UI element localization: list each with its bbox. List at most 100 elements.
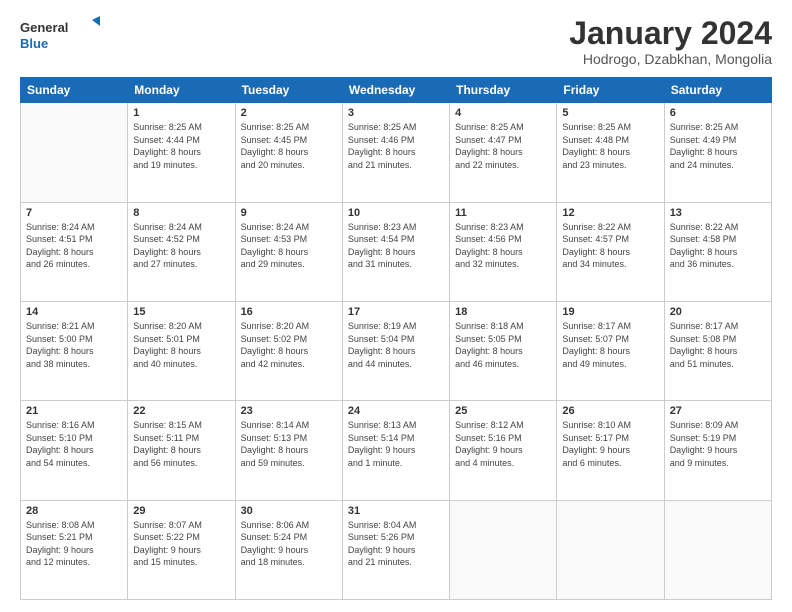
calendar-cell [450, 500, 557, 599]
day-number: 19 [562, 306, 658, 318]
calendar-cell: 16 Sunrise: 8:20 AM Sunset: 5:02 PM Dayli… [235, 301, 342, 400]
day-number: 7 [26, 207, 122, 219]
day-number: 23 [241, 405, 337, 417]
day-info: Sunrise: 8:22 AM Sunset: 4:57 PM Dayligh… [562, 221, 658, 271]
day-number: 9 [241, 207, 337, 219]
day-number: 11 [455, 207, 551, 219]
day-number: 6 [670, 107, 766, 119]
header: General Blue January 2024 Hodrogo, Dzabk… [20, 16, 772, 67]
day-number: 24 [348, 405, 444, 417]
calendar-cell: 22 Sunrise: 8:15 AM Sunset: 5:11 PM Dayli… [128, 401, 235, 500]
day-info: Sunrise: 8:17 AM Sunset: 5:08 PM Dayligh… [670, 320, 766, 370]
calendar-cell: 9 Sunrise: 8:24 AM Sunset: 4:53 PM Daylig… [235, 202, 342, 301]
day-info: Sunrise: 8:25 AM Sunset: 4:45 PM Dayligh… [241, 121, 337, 171]
day-number: 29 [133, 505, 229, 517]
calendar-cell [21, 103, 128, 202]
day-info: Sunrise: 8:25 AM Sunset: 4:49 PM Dayligh… [670, 121, 766, 171]
day-number: 15 [133, 306, 229, 318]
calendar-cell: 7 Sunrise: 8:24 AM Sunset: 4:51 PM Daylig… [21, 202, 128, 301]
weekday-monday: Monday [128, 78, 235, 103]
day-number: 13 [670, 207, 766, 219]
weekday-sunday: Sunday [21, 78, 128, 103]
calendar-cell: 6 Sunrise: 8:25 AM Sunset: 4:49 PM Daylig… [664, 103, 771, 202]
day-number: 26 [562, 405, 658, 417]
day-info: Sunrise: 8:20 AM Sunset: 5:02 PM Dayligh… [241, 320, 337, 370]
weekday-tuesday: Tuesday [235, 78, 342, 103]
title-block: January 2024 Hodrogo, Dzabkhan, Mongolia [569, 16, 772, 67]
logo-svg: General Blue [20, 16, 100, 52]
day-number: 18 [455, 306, 551, 318]
day-info: Sunrise: 8:09 AM Sunset: 5:19 PM Dayligh… [670, 419, 766, 469]
day-info: Sunrise: 8:24 AM Sunset: 4:53 PM Dayligh… [241, 221, 337, 271]
day-number: 8 [133, 207, 229, 219]
day-number: 22 [133, 405, 229, 417]
calendar-table: SundayMondayTuesdayWednesdayThursdayFrid… [20, 77, 772, 600]
day-info: Sunrise: 8:24 AM Sunset: 4:52 PM Dayligh… [133, 221, 229, 271]
day-number: 30 [241, 505, 337, 517]
day-info: Sunrise: 8:13 AM Sunset: 5:14 PM Dayligh… [348, 419, 444, 469]
day-info: Sunrise: 8:07 AM Sunset: 5:22 PM Dayligh… [133, 519, 229, 569]
calendar-cell: 1 Sunrise: 8:25 AM Sunset: 4:44 PM Daylig… [128, 103, 235, 202]
day-info: Sunrise: 8:19 AM Sunset: 5:04 PM Dayligh… [348, 320, 444, 370]
week-row-4: 21 Sunrise: 8:16 AM Sunset: 5:10 PM Dayli… [21, 401, 772, 500]
day-number: 31 [348, 505, 444, 517]
calendar-cell: 24 Sunrise: 8:13 AM Sunset: 5:14 PM Dayli… [342, 401, 449, 500]
calendar-subtitle: Hodrogo, Dzabkhan, Mongolia [569, 51, 772, 67]
calendar-cell: 12 Sunrise: 8:22 AM Sunset: 4:57 PM Dayli… [557, 202, 664, 301]
day-info: Sunrise: 8:16 AM Sunset: 5:10 PM Dayligh… [26, 419, 122, 469]
day-number: 14 [26, 306, 122, 318]
day-number: 21 [26, 405, 122, 417]
page: General Blue January 2024 Hodrogo, Dzabk… [0, 0, 792, 612]
day-info: Sunrise: 8:08 AM Sunset: 5:21 PM Dayligh… [26, 519, 122, 569]
day-info: Sunrise: 8:04 AM Sunset: 5:26 PM Dayligh… [348, 519, 444, 569]
calendar-cell: 10Sunrise: 8:23 AM Sunset: 4:54 PM Dayli… [342, 202, 449, 301]
day-info: Sunrise: 8:10 AM Sunset: 5:17 PM Dayligh… [562, 419, 658, 469]
day-number: 3 [348, 107, 444, 119]
weekday-thursday: Thursday [450, 78, 557, 103]
day-info: Sunrise: 8:23 AM Sunset: 4:56 PM Dayligh… [455, 221, 551, 271]
day-number: 12 [562, 207, 658, 219]
calendar-cell: 2 Sunrise: 8:25 AM Sunset: 4:45 PM Daylig… [235, 103, 342, 202]
calendar-cell: 5Sunrise: 8:25 AM Sunset: 4:48 PM Daylig… [557, 103, 664, 202]
calendar-cell: 11 Sunrise: 8:23 AM Sunset: 4:56 PM Dayli… [450, 202, 557, 301]
calendar-cell: 18 Sunrise: 8:18 AM Sunset: 5:05 PM Dayli… [450, 301, 557, 400]
calendar-cell: 14Sunrise: 8:21 AM Sunset: 5:00 PM Dayli… [21, 301, 128, 400]
day-info: Sunrise: 8:18 AM Sunset: 5:05 PM Dayligh… [455, 320, 551, 370]
calendar-cell: 21 Sunrise: 8:16 AM Sunset: 5:10 PM Dayli… [21, 401, 128, 500]
day-info: Sunrise: 8:25 AM Sunset: 4:47 PM Dayligh… [455, 121, 551, 171]
day-number: 2 [241, 107, 337, 119]
day-info: Sunrise: 8:22 AM Sunset: 4:58 PM Dayligh… [670, 221, 766, 271]
weekday-wednesday: Wednesday [342, 78, 449, 103]
weekday-friday: Friday [557, 78, 664, 103]
calendar-cell [557, 500, 664, 599]
calendar-cell: 4Sunrise: 8:25 AM Sunset: 4:47 PM Daylig… [450, 103, 557, 202]
calendar-cell: 20 Sunrise: 8:17 AM Sunset: 5:08 PM Dayli… [664, 301, 771, 400]
day-number: 16 [241, 306, 337, 318]
day-number: 25 [455, 405, 551, 417]
week-row-5: 28 Sunrise: 8:08 AM Sunset: 5:21 PM Dayli… [21, 500, 772, 599]
calendar-cell [664, 500, 771, 599]
calendar-cell: 23Sunrise: 8:14 AM Sunset: 5:13 PM Dayli… [235, 401, 342, 500]
calendar-cell: 27Sunrise: 8:09 AM Sunset: 5:19 PM Dayli… [664, 401, 771, 500]
day-number: 10 [348, 207, 444, 219]
calendar-cell: 28 Sunrise: 8:08 AM Sunset: 5:21 PM Dayli… [21, 500, 128, 599]
day-info: Sunrise: 8:12 AM Sunset: 5:16 PM Dayligh… [455, 419, 551, 469]
day-info: Sunrise: 8:25 AM Sunset: 4:46 PM Dayligh… [348, 121, 444, 171]
calendar-cell: 26 Sunrise: 8:10 AM Sunset: 5:17 PM Dayli… [557, 401, 664, 500]
day-number: 28 [26, 505, 122, 517]
day-info: Sunrise: 8:06 AM Sunset: 5:24 PM Dayligh… [241, 519, 337, 569]
calendar-cell: 13 Sunrise: 8:22 AM Sunset: 4:58 PM Dayli… [664, 202, 771, 301]
calendar-cell: 29 Sunrise: 8:07 AM Sunset: 5:22 PM Dayli… [128, 500, 235, 599]
day-info: Sunrise: 8:15 AM Sunset: 5:11 PM Dayligh… [133, 419, 229, 469]
day-info: Sunrise: 8:24 AM Sunset: 4:51 PM Dayligh… [26, 221, 122, 271]
day-number: 1 [133, 107, 229, 119]
svg-text:General: General [20, 20, 68, 35]
day-info: Sunrise: 8:20 AM Sunset: 5:01 PM Dayligh… [133, 320, 229, 370]
week-row-2: 7 Sunrise: 8:24 AM Sunset: 4:51 PM Daylig… [21, 202, 772, 301]
day-info: Sunrise: 8:17 AM Sunset: 5:07 PM Dayligh… [562, 320, 658, 370]
day-info: Sunrise: 8:25 AM Sunset: 4:44 PM Dayligh… [133, 121, 229, 171]
day-number: 20 [670, 306, 766, 318]
calendar-cell: 17Sunrise: 8:19 AM Sunset: 5:04 PM Dayli… [342, 301, 449, 400]
calendar-cell: 25 Sunrise: 8:12 AM Sunset: 5:16 PM Dayli… [450, 401, 557, 500]
logo: General Blue [20, 16, 100, 52]
